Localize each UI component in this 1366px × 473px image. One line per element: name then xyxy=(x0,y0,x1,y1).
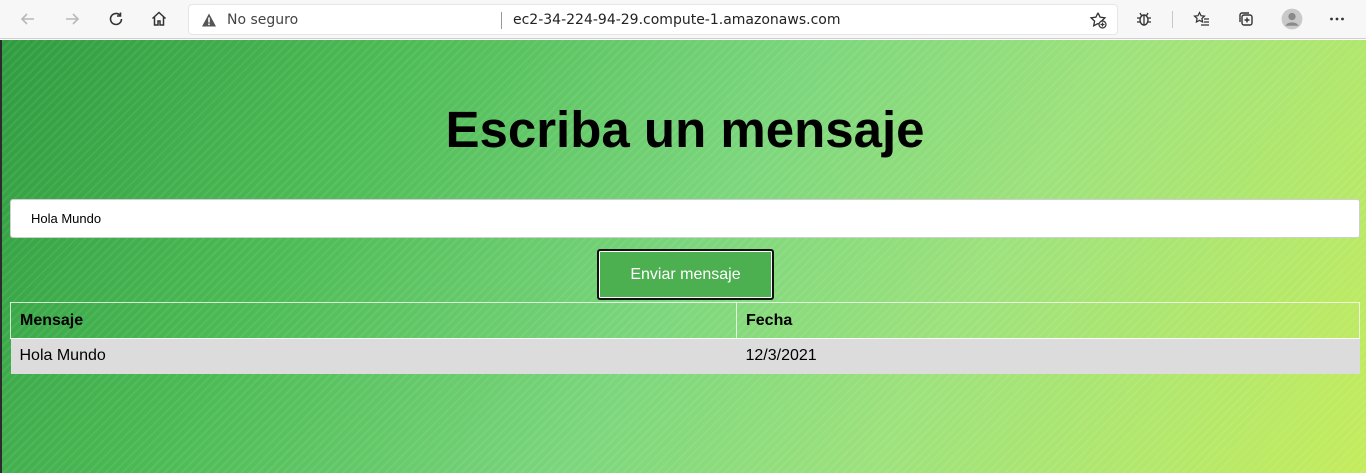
address-separator xyxy=(501,12,502,29)
address-bar[interactable]: No seguro ec2-34-224-94-29.compute-1.ama… xyxy=(188,4,1118,35)
column-header-mensaje: Mensaje xyxy=(10,302,737,339)
collections-button[interactable] xyxy=(1231,4,1261,34)
browser-toolbar: No seguro ec2-34-224-94-29.compute-1.ama… xyxy=(0,0,1366,39)
favorites-list-icon xyxy=(1193,11,1209,26)
avatar-icon xyxy=(1281,8,1303,30)
collections-icon xyxy=(1239,12,1253,26)
page-title: Escriba un mensaje xyxy=(445,101,925,158)
home-button[interactable] xyxy=(144,4,174,34)
extension-button[interactable] xyxy=(1129,4,1159,34)
arrow-left-icon xyxy=(20,13,34,25)
page-content: Escriba un mensaje Enviar mensaje Mensaj… xyxy=(0,40,1366,473)
messages-table: Mensaje Fecha Hola Mundo 12/3/2021 xyxy=(10,302,1360,374)
reload-icon xyxy=(109,12,123,26)
reload-button[interactable] xyxy=(101,4,131,34)
table-header-row: Mensaje Fecha xyxy=(10,302,1360,339)
table-row: Hola Mundo 12/3/2021 xyxy=(10,338,1360,374)
cell-fecha: 12/3/2021 xyxy=(736,338,1360,374)
more-menu-button[interactable] xyxy=(1322,4,1352,34)
url-text[interactable]: ec2-34-224-94-29.compute-1.amazonaws.com xyxy=(513,12,840,28)
security-label[interactable]: No seguro xyxy=(227,12,298,28)
forward-button[interactable] xyxy=(57,4,87,34)
column-header-fecha: Fecha xyxy=(736,302,1360,339)
send-message-button[interactable]: Enviar mensaje xyxy=(597,249,774,300)
toolbar-divider xyxy=(1172,11,1173,28)
warning-icon[interactable] xyxy=(201,12,217,28)
add-favorite-icon[interactable] xyxy=(1089,11,1107,29)
profile-button[interactable] xyxy=(1277,4,1307,34)
arrow-right-icon xyxy=(66,13,80,25)
bug-icon xyxy=(1137,12,1151,26)
cell-mensaje: Hola Mundo xyxy=(10,338,737,374)
message-input[interactable] xyxy=(10,199,1360,238)
favorites-button[interactable] xyxy=(1187,4,1217,34)
back-button[interactable] xyxy=(13,4,43,34)
home-icon xyxy=(151,11,167,26)
more-dots-icon xyxy=(1330,17,1344,21)
